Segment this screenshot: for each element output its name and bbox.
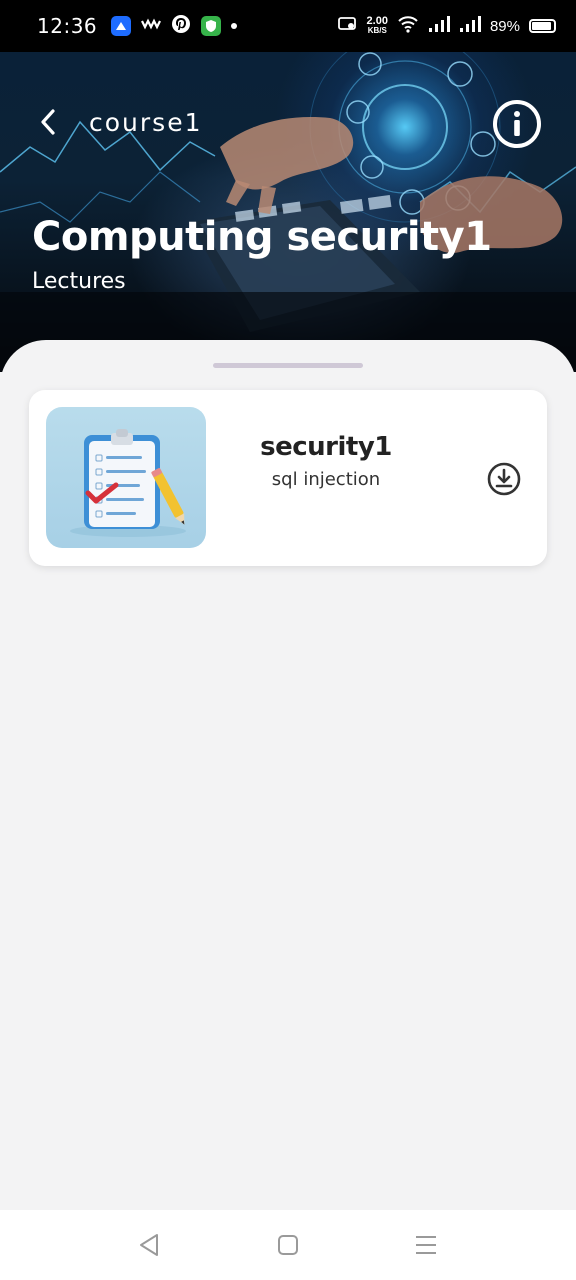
download-icon: [487, 462, 521, 496]
home-square-icon: [278, 1235, 298, 1255]
signal-icon: [428, 15, 450, 37]
lectures-sheet: security1 sql injection: [0, 340, 576, 1210]
status-system-icons: 2.00 KB/S 89%: [337, 15, 556, 38]
back-button[interactable]: [30, 104, 66, 140]
net-speed-value: 2.00: [366, 15, 388, 27]
nav-menu-button[interactable]: [413, 1232, 439, 1258]
notification-dot-icon: [231, 23, 238, 29]
nav-back-button[interactable]: [136, 1232, 162, 1258]
net-speed-unit: KB/S: [367, 26, 387, 35]
download-button[interactable]: [486, 461, 522, 497]
lecture-title: security1: [260, 432, 392, 462]
app-store-icon: [111, 16, 132, 36]
lecture-description: sql injection: [271, 469, 381, 490]
cast-icon: [337, 16, 358, 37]
course-header: course1 Computing security1 Lectures: [0, 52, 576, 372]
back-triangle-icon: [140, 1234, 158, 1256]
pinterest-icon: [171, 14, 191, 39]
system-nav-bar: [0, 1210, 576, 1280]
status-app-icons: [111, 14, 238, 39]
wifi-icon: [397, 15, 419, 38]
wavy-app-icon: [141, 17, 162, 35]
lecture-thumbnail: [46, 407, 206, 548]
status-bar: 12:36 2.00 KB/S 89%: [0, 0, 576, 52]
info-icon: [493, 100, 541, 148]
hero-background-illustration: [0, 52, 576, 372]
nav-home-button[interactable]: [275, 1232, 301, 1258]
sheet-drag-handle[interactable]: [213, 363, 363, 368]
course-name: course1: [89, 108, 203, 137]
page-title: Computing security1: [32, 214, 492, 260]
shield-app-icon: [201, 16, 222, 36]
net-speed: 2.00 KB/S: [366, 15, 388, 36]
clipboard-checklist-icon: [70, 429, 186, 537]
chevron-left-icon: [41, 109, 55, 135]
signal-icon: [459, 15, 481, 37]
battery-percent: 89%: [489, 17, 520, 35]
menu-lines-icon: [416, 1236, 436, 1254]
page-subtitle: Lectures: [32, 269, 126, 294]
lecture-card[interactable]: security1 sql injection: [29, 390, 547, 566]
status-time: 12:36: [37, 14, 98, 38]
info-button[interactable]: [492, 99, 542, 149]
battery-icon: [529, 19, 556, 33]
